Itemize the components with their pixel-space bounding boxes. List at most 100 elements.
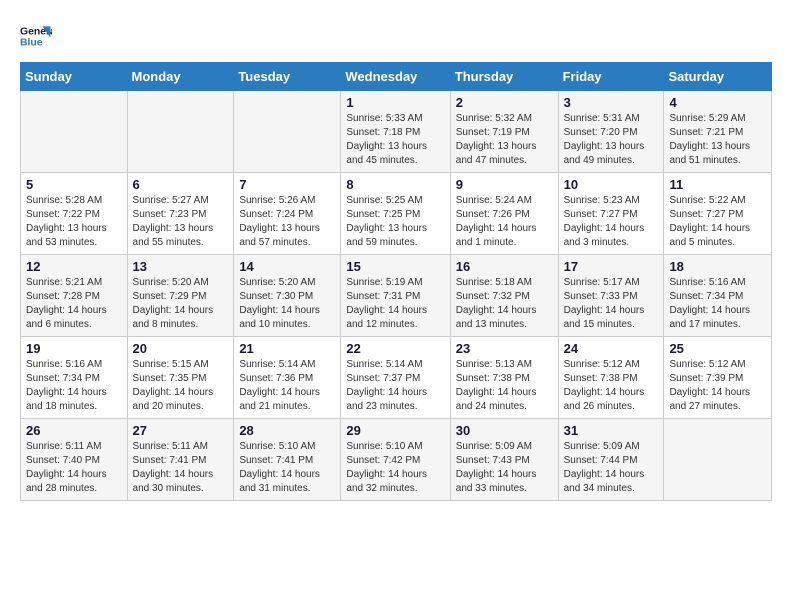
- calendar-cell: 21 Sunrise: 5:14 AMSunset: 7:36 PMDayligh…: [234, 337, 341, 419]
- day-info: Sunrise: 5:31 AMSunset: 7:20 PMDaylight:…: [564, 112, 659, 168]
- day-number: 17: [564, 259, 659, 274]
- weekday-header-thursday: Thursday: [450, 63, 558, 91]
- page-header: General Blue: [20, 20, 772, 52]
- day-info: Sunrise: 5:12 AMSunset: 7:38 PMDaylight:…: [564, 358, 659, 414]
- calendar-week-3: 12Sunrise: 5:21 AMSunset: 7:28 PMDayligh…: [21, 255, 772, 337]
- day-info: Sunrise: 5:14 AMSunset: 7:37 PMDaylight:…: [346, 358, 444, 414]
- day-number: 8: [346, 177, 444, 192]
- calendar-cell: 4 Sunrise: 5:29 AMSunset: 7:21 PMDaylight…: [664, 91, 772, 173]
- day-info: Sunrise: 5:27 AMSunset: 7:23 PMDaylight:…: [133, 194, 229, 250]
- weekday-header-friday: Friday: [558, 63, 664, 91]
- day-number: 3: [564, 95, 659, 110]
- day-number: 1: [346, 95, 444, 110]
- svg-text:Blue: Blue: [20, 38, 43, 49]
- calendar-cell: 6 Sunrise: 5:27 AMSunset: 7:23 PMDaylight…: [127, 173, 234, 255]
- day-number: 27: [133, 423, 229, 438]
- day-number: 29: [346, 423, 444, 438]
- logo: General Blue: [20, 20, 52, 52]
- day-info: Sunrise: 5:28 AMSunset: 7:22 PMDaylight:…: [26, 194, 122, 250]
- calendar-cell: [21, 91, 128, 173]
- day-info: Sunrise: 5:29 AMSunset: 7:21 PMDaylight:…: [669, 112, 766, 168]
- calendar-cell: 14Sunrise: 5:20 AMSunset: 7:30 PMDayligh…: [234, 255, 341, 337]
- day-info: Sunrise: 5:13 AMSunset: 7:38 PMDaylight:…: [456, 358, 553, 414]
- day-info: Sunrise: 5:18 AMSunset: 7:32 PMDaylight:…: [456, 276, 553, 332]
- day-number: 9: [456, 177, 553, 192]
- day-info: Sunrise: 5:17 AMSunset: 7:33 PMDaylight:…: [564, 276, 659, 332]
- calendar-cell: 15 Sunrise: 5:19 AMSunset: 7:31 PMDayligh…: [341, 255, 450, 337]
- day-number: 30: [456, 423, 553, 438]
- day-info: Sunrise: 5:11 AMSunset: 7:41 PMDaylight:…: [133, 440, 229, 496]
- day-number: 10: [564, 177, 659, 192]
- day-number: 4: [669, 95, 766, 110]
- day-info: Sunrise: 5:21 AMSunset: 7:28 PMDaylight:…: [26, 276, 122, 332]
- day-number: 26: [26, 423, 122, 438]
- calendar-cell: 22 Sunrise: 5:14 AMSunset: 7:37 PMDayligh…: [341, 337, 450, 419]
- weekday-header-tuesday: Tuesday: [234, 63, 341, 91]
- day-number: 28: [239, 423, 335, 438]
- calendar-cell: 20 Sunrise: 5:15 AMSunset: 7:35 PMDayligh…: [127, 337, 234, 419]
- calendar-cell: 8 Sunrise: 5:25 AMSunset: 7:25 PMDaylight…: [341, 173, 450, 255]
- day-info: Sunrise: 5:22 AMSunset: 7:27 PMDaylight:…: [669, 194, 766, 250]
- day-number: 15: [346, 259, 444, 274]
- weekday-header-saturday: Saturday: [664, 63, 772, 91]
- calendar-cell: 16 Sunrise: 5:18 AMSunset: 7:32 PMDayligh…: [450, 255, 558, 337]
- day-info: Sunrise: 5:20 AMSunset: 7:30 PMDaylight:…: [239, 276, 335, 332]
- calendar-cell: [234, 91, 341, 173]
- calendar-table: SundayMondayTuesdayWednesdayThursdayFrid…: [20, 62, 772, 501]
- day-number: 21: [239, 341, 335, 356]
- day-number: 20: [133, 341, 229, 356]
- day-number: 18: [669, 259, 766, 274]
- day-number: 7: [239, 177, 335, 192]
- weekday-header-sunday: Sunday: [21, 63, 128, 91]
- calendar-cell: 12Sunrise: 5:21 AMSunset: 7:28 PMDayligh…: [21, 255, 128, 337]
- calendar-cell: 11 Sunrise: 5:22 AMSunset: 7:27 PMDayligh…: [664, 173, 772, 255]
- day-number: 5: [26, 177, 122, 192]
- day-info: Sunrise: 5:15 AMSunset: 7:35 PMDaylight:…: [133, 358, 229, 414]
- calendar-cell: 30 Sunrise: 5:09 AMSunset: 7:43 PMDayligh…: [450, 419, 558, 501]
- calendar-cell: 7 Sunrise: 5:26 AMSunset: 7:24 PMDaylight…: [234, 173, 341, 255]
- day-info: Sunrise: 5:20 AMSunset: 7:29 PMDaylight:…: [133, 276, 229, 332]
- day-info: Sunrise: 5:23 AMSunset: 7:27 PMDaylight:…: [564, 194, 659, 250]
- calendar-cell: 19Sunrise: 5:16 AMSunset: 7:34 PMDayligh…: [21, 337, 128, 419]
- day-number: 22: [346, 341, 444, 356]
- weekday-header-row: SundayMondayTuesdayWednesdayThursdayFrid…: [21, 63, 772, 91]
- day-number: 31: [564, 423, 659, 438]
- calendar-cell: 31 Sunrise: 5:09 AMSunset: 7:44 PMDayligh…: [558, 419, 664, 501]
- day-info: Sunrise: 5:19 AMSunset: 7:31 PMDaylight:…: [346, 276, 444, 332]
- day-number: 2: [456, 95, 553, 110]
- logo-icon: General Blue: [20, 20, 52, 52]
- day-info: Sunrise: 5:16 AMSunset: 7:34 PMDaylight:…: [669, 276, 766, 332]
- day-info: Sunrise: 5:14 AMSunset: 7:36 PMDaylight:…: [239, 358, 335, 414]
- day-number: 23: [456, 341, 553, 356]
- day-info: Sunrise: 5:33 AMSunset: 7:18 PMDaylight:…: [346, 112, 444, 168]
- day-number: 24: [564, 341, 659, 356]
- calendar-cell: [127, 91, 234, 173]
- day-info: Sunrise: 5:11 AMSunset: 7:40 PMDaylight:…: [26, 440, 122, 496]
- calendar-cell: 5 Sunrise: 5:28 AMSunset: 7:22 PMDaylight…: [21, 173, 128, 255]
- day-info: Sunrise: 5:26 AMSunset: 7:24 PMDaylight:…: [239, 194, 335, 250]
- calendar-cell: 9 Sunrise: 5:24 AMSunset: 7:26 PMDaylight…: [450, 173, 558, 255]
- weekday-header-wednesday: Wednesday: [341, 63, 450, 91]
- calendar-cell: 25 Sunrise: 5:12 AMSunset: 7:39 PMDayligh…: [664, 337, 772, 419]
- calendar-week-4: 19Sunrise: 5:16 AMSunset: 7:34 PMDayligh…: [21, 337, 772, 419]
- calendar-cell: 18 Sunrise: 5:16 AMSunset: 7:34 PMDayligh…: [664, 255, 772, 337]
- day-info: Sunrise: 5:16 AMSunset: 7:34 PMDaylight:…: [26, 358, 122, 414]
- day-number: 6: [133, 177, 229, 192]
- day-number: 16: [456, 259, 553, 274]
- day-info: Sunrise: 5:25 AMSunset: 7:25 PMDaylight:…: [346, 194, 444, 250]
- calendar-cell: 2 Sunrise: 5:32 AMSunset: 7:19 PMDaylight…: [450, 91, 558, 173]
- day-info: Sunrise: 5:09 AMSunset: 7:43 PMDaylight:…: [456, 440, 553, 496]
- day-info: Sunrise: 5:09 AMSunset: 7:44 PMDaylight:…: [564, 440, 659, 496]
- calendar-cell: 17 Sunrise: 5:17 AMSunset: 7:33 PMDayligh…: [558, 255, 664, 337]
- day-number: 11: [669, 177, 766, 192]
- calendar-cell: 24 Sunrise: 5:12 AMSunset: 7:38 PMDayligh…: [558, 337, 664, 419]
- calendar-cell: 13Sunrise: 5:20 AMSunset: 7:29 PMDayligh…: [127, 255, 234, 337]
- day-info: Sunrise: 5:24 AMSunset: 7:26 PMDaylight:…: [456, 194, 553, 250]
- day-info: Sunrise: 5:10 AMSunset: 7:41 PMDaylight:…: [239, 440, 335, 496]
- day-info: Sunrise: 5:32 AMSunset: 7:19 PMDaylight:…: [456, 112, 553, 168]
- day-info: Sunrise: 5:12 AMSunset: 7:39 PMDaylight:…: [669, 358, 766, 414]
- calendar-week-1: 1 Sunrise: 5:33 AMSunset: 7:18 PMDaylight…: [21, 91, 772, 173]
- calendar-cell: 26 Sunrise: 5:11 AMSunset: 7:40 PMDayligh…: [21, 419, 128, 501]
- calendar-cell: 28 Sunrise: 5:10 AMSunset: 7:41 PMDayligh…: [234, 419, 341, 501]
- day-number: 25: [669, 341, 766, 356]
